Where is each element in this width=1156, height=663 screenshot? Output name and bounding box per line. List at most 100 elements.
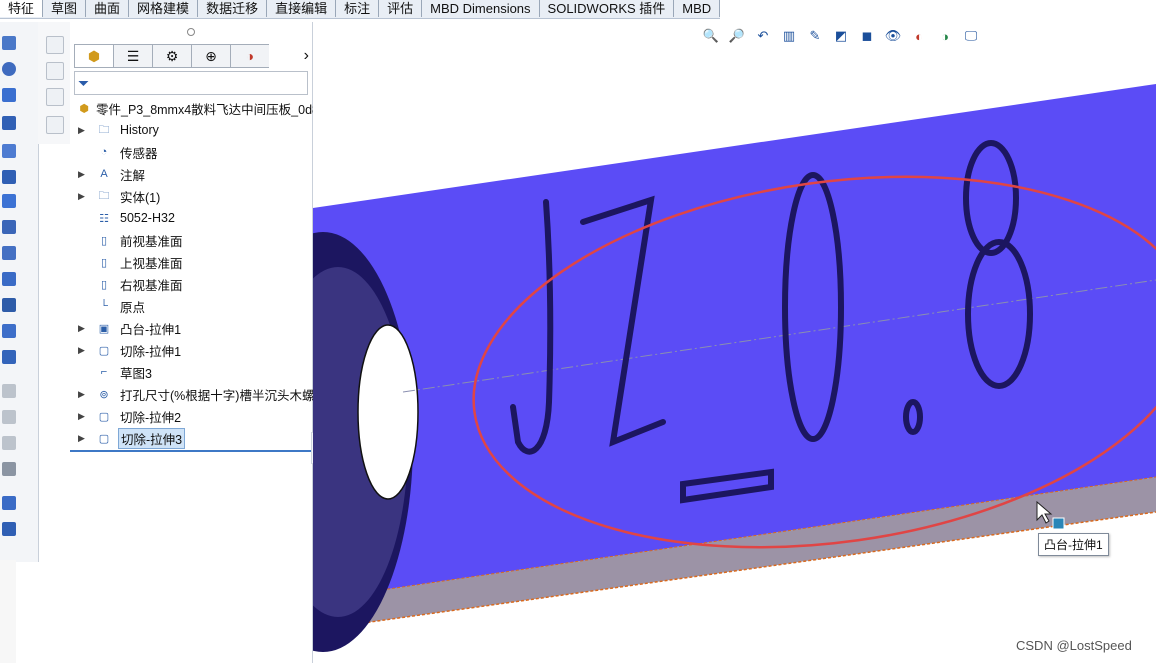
tree-root-part[interactable]: ⬢ 零件_P3_8mmx4散料飞达中间压板_0d8 [70, 97, 319, 119]
property-manager-tab[interactable]: ☰ [113, 44, 152, 68]
menu-tab-10[interactable]: MBD [674, 0, 721, 17]
section-view-icon[interactable]: ▥ [779, 26, 799, 46]
display-style-icon[interactable]: ◼ [857, 26, 877, 46]
view-settings-icon[interactable]: 🖵 [961, 26, 981, 46]
heads-up-view-toolbar: 🔍 🔎 ↶ ▥ ✎ ◩ ◼ 👁 ◐ ◑ 🖵 [701, 26, 981, 46]
configuration-manager-tab[interactable]: ⚙ [152, 44, 191, 68]
solid-bodies-icon: 🗀 [98, 189, 110, 202]
tree-item[interactable]: ▶ ▢ 切除-拉伸2 [70, 405, 312, 427]
apply-scene-icon[interactable]: ◑ [935, 26, 955, 46]
tree-item[interactable]: └ 原点 [70, 295, 312, 317]
tree-item[interactable]: ▶ ▣ 凸台-拉伸1 [70, 317, 312, 339]
display-manager-icon: ◑ [245, 48, 255, 64]
edit-appearance-icon[interactable]: ◐ [909, 26, 929, 46]
fillet-icon[interactable] [2, 324, 16, 338]
property-manager-icon: ☰ [126, 47, 140, 64]
manager-tabs: ⬢ ☰ ⚙ ⊕ ◑ › [74, 44, 309, 68]
zoom-to-area-icon[interactable]: 🔎 [727, 26, 747, 46]
expand-arrow-icon[interactable]: ▶ [78, 345, 86, 356]
tree-item[interactable]: ▶ 🗀 实体(1) [70, 185, 312, 207]
tree-item[interactable]: ▶ A 注解 [70, 163, 312, 185]
hole-wizard-icon[interactable] [2, 194, 16, 208]
rollback-bar[interactable] [70, 450, 312, 452]
tree-item[interactable]: ▶ ▢ 切除-拉伸1 [70, 339, 312, 361]
tree-item[interactable]: ◔ 传感器 [70, 141, 312, 163]
sub-toolbar [38, 22, 71, 144]
filter-funnel-icon: ⏷ [78, 74, 90, 91]
view-orientation-icon[interactable]: ◩ [831, 26, 851, 46]
panel-grip-icon[interactable] [187, 28, 195, 36]
expand-arrow-icon[interactable]: ▶ [78, 433, 86, 444]
tree-item[interactable]: ▶ ▢ 切除-拉伸3 [70, 427, 312, 449]
curves-icon[interactable] [2, 522, 16, 536]
graphics-viewport[interactable]: 🔍 🔎 ↶ ▥ ✎ ◩ ◼ 👁 ◐ ◑ 🖵 [313, 22, 1156, 663]
revolved-cut-icon[interactable] [2, 220, 16, 234]
cut-extrude-icon: ▢ [98, 344, 110, 357]
hole-wizard-icon: ⊚ [99, 388, 109, 401]
menu-tab-4[interactable]: 数据迁移 [198, 0, 268, 17]
menu-tab-1[interactable]: 草图 [43, 0, 87, 17]
previous-view-icon[interactable]: ↶ [753, 26, 773, 46]
display-manager-tab[interactable]: ◑ [230, 44, 269, 68]
expand-arrow-icon[interactable]: ▶ [78, 169, 86, 180]
edit-feature-icon[interactable] [46, 88, 64, 106]
tree-item-label: 凸台-拉伸1 [120, 322, 182, 337]
lofted-boss-icon[interactable] [2, 116, 16, 130]
expand-arrow-icon[interactable]: ▶ [78, 389, 86, 400]
boundary-cut-icon[interactable] [2, 298, 16, 312]
tree-item[interactable]: ▶ ⊚ 打孔尺寸(%根据十字)槽半沉头木螺钉 [70, 383, 327, 405]
tree-item-label: 切除-拉伸2 [120, 410, 182, 425]
tree-item-label: History [120, 123, 159, 137]
tree-item[interactable]: ▶ 🗀 History [70, 119, 312, 141]
hide-show-items-icon[interactable]: 👁 [883, 26, 903, 46]
tree-item[interactable]: ▯ 右视基准面 [70, 273, 312, 295]
menu-tab-7[interactable]: 评估 [379, 0, 423, 17]
extruded-boss-icon[interactable] [2, 36, 16, 50]
reference-geometry-icon[interactable] [2, 496, 16, 510]
plane-icon: ▯ [100, 278, 108, 291]
lofted-cut-icon[interactable] [2, 272, 16, 286]
tree-item-label: 传感器 [120, 146, 158, 161]
revolved-boss-icon[interactable] [2, 62, 16, 76]
linear-pattern-icon[interactable] [2, 350, 16, 364]
draft-icon[interactable] [2, 410, 16, 424]
expand-arrow-icon[interactable]: ▶ [78, 125, 86, 136]
zoom-to-fit-icon[interactable]: 🔍 [701, 26, 721, 46]
tree-item[interactable]: ▯ 上视基准面 [70, 251, 312, 273]
watermark: CSDN @LostSpeed [1016, 638, 1132, 653]
tree-item[interactable]: ☷ 5052-H32 [70, 207, 312, 229]
tree-item-label: 零件_P3_8mmx4散料飞达中间压板_0d8 [96, 102, 319, 117]
edit-sketch-icon[interactable] [46, 62, 64, 80]
rib-icon[interactable] [2, 384, 16, 398]
expand-arrow-icon[interactable]: ▶ [78, 323, 86, 334]
swept-boss-icon[interactable] [2, 88, 16, 102]
more-tabs-chevron-icon[interactable]: › [269, 44, 309, 68]
dimxpert-manager-tab[interactable]: ⊕ [191, 44, 230, 68]
menu-tab-6[interactable]: 标注 [336, 0, 380, 17]
suppress-icon[interactable] [46, 116, 64, 134]
dimxpert-manager-icon: ⊕ [205, 47, 217, 64]
rebuild-icon[interactable] [46, 36, 64, 54]
tree-item[interactable]: ⌐ 草图3 [70, 361, 312, 383]
dynamic-annotation-icon[interactable]: ✎ [805, 26, 825, 46]
feature-manager-panel: ⬢ ☰ ⚙ ⊕ ◑ › ⏷ ⬢ 零件_P3_8mmx4散料飞达中间压板_0d8 ▶ 🗀… [70, 22, 327, 663]
shell-icon[interactable] [2, 436, 16, 450]
menu-tab-2[interactable]: 曲面 [86, 0, 130, 17]
expand-arrow-icon[interactable]: ▶ [78, 191, 86, 202]
cut-extrude-icon: ▢ [98, 410, 110, 423]
extruded-cut-icon[interactable] [2, 170, 16, 184]
tree-item-label: 打孔尺寸(%根据十字)槽半沉头木螺钉 [120, 388, 327, 403]
boundary-boss-icon[interactable] [2, 144, 16, 158]
tree-item[interactable]: ▯ 前视基准面 [70, 229, 312, 251]
menu-tab-3[interactable]: 网格建模 [129, 0, 199, 17]
swept-cut-icon[interactable] [2, 246, 16, 260]
menu-tab-5[interactable]: 直接编辑 [267, 0, 337, 17]
menu-tab-0[interactable]: 特征 [0, 0, 44, 17]
expand-arrow-icon[interactable]: ▶ [78, 411, 86, 422]
tree-item-label: 草图3 [120, 366, 152, 381]
feature-manager-tab[interactable]: ⬢ [74, 44, 113, 68]
menu-tab-8[interactable]: MBD Dimensions [422, 0, 540, 17]
menu-tab-9[interactable]: SOLIDWORKS 插件 [540, 0, 675, 17]
feature-filter-input[interactable]: ⏷ [74, 71, 308, 95]
wrap-icon[interactable] [2, 462, 16, 476]
